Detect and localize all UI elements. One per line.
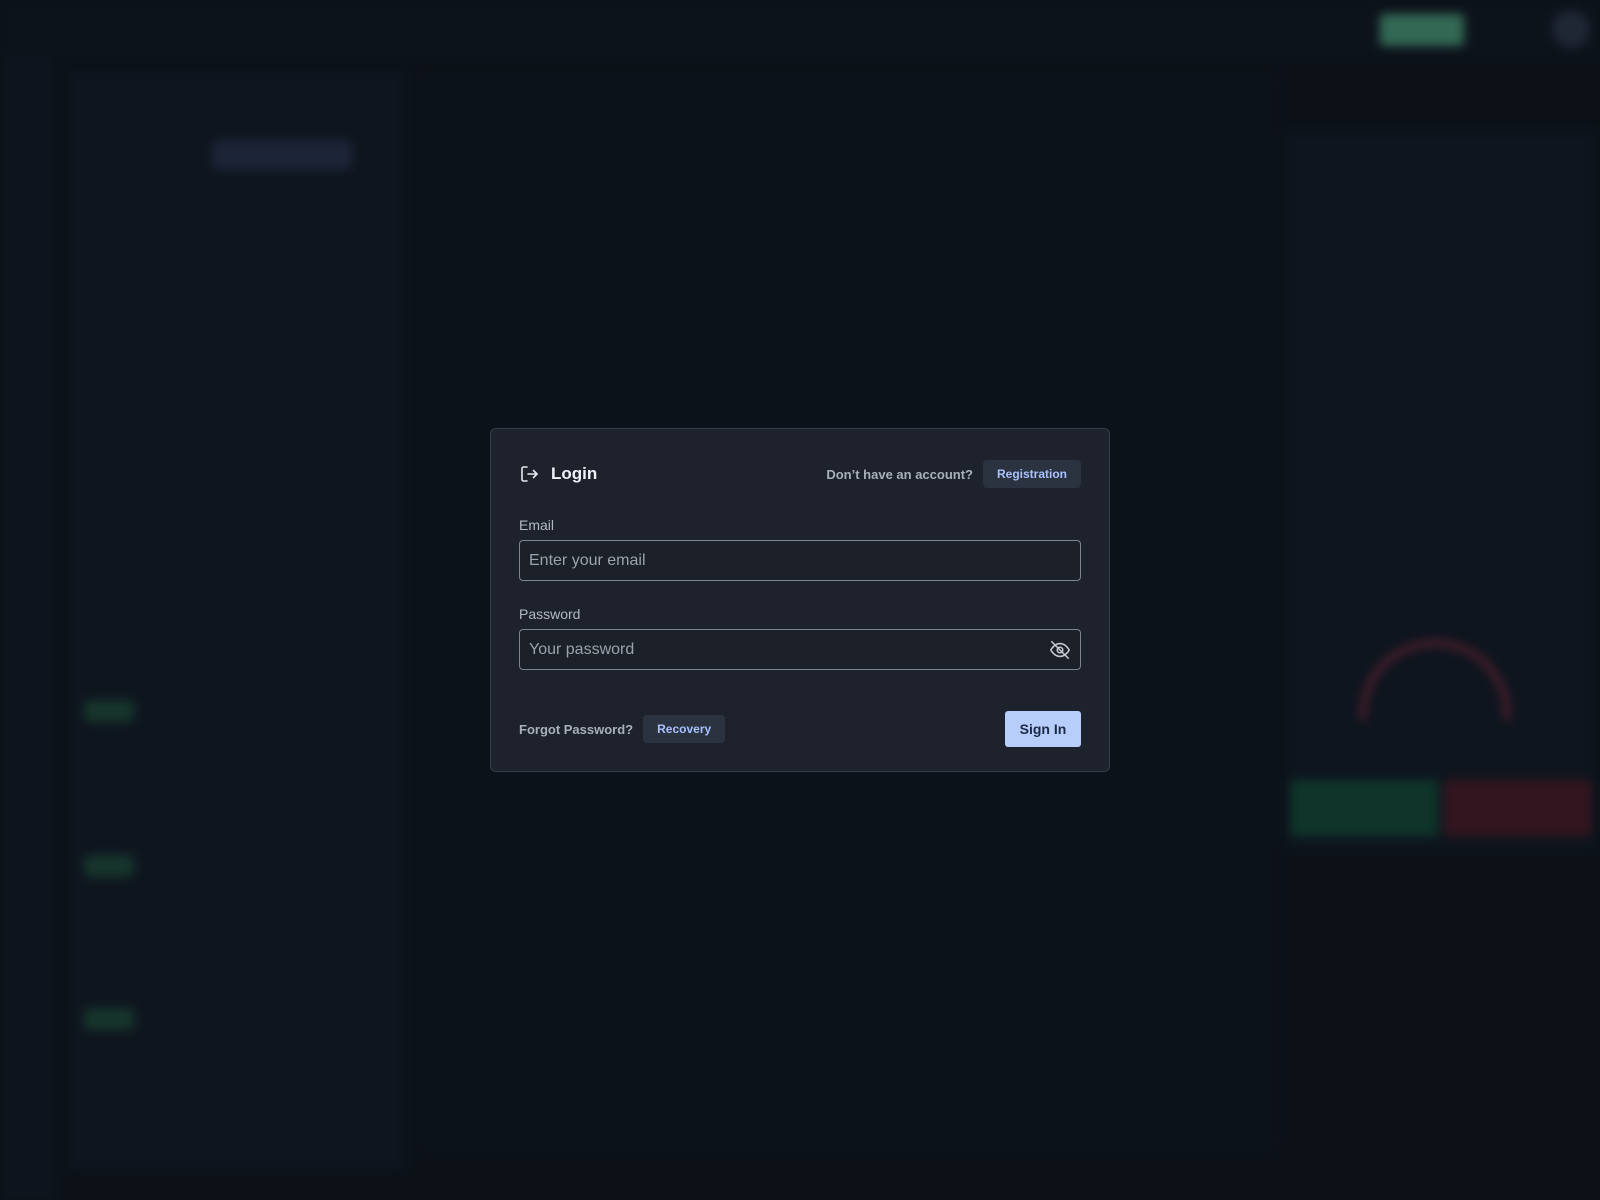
modal-title: Login — [551, 464, 598, 483]
eye-off-icon[interactable] — [1040, 630, 1080, 669]
registration-button[interactable]: Registration — [982, 460, 1081, 488]
login-icon — [519, 463, 541, 485]
modal-header: Login Don’t have an account? Registratio… — [519, 456, 1081, 492]
login-modal: Login Don’t have an account? Registratio… — [490, 428, 1110, 772]
modal-footer: Forgot Password? Recovery Sign In — [519, 711, 1081, 747]
password-field[interactable] — [520, 630, 1040, 669]
no-account-text: Don’t have an account? — [826, 466, 973, 482]
recovery-button[interactable]: Recovery — [643, 715, 726, 743]
forgot-password-text: Forgot Password? — [519, 721, 634, 737]
email-label: Email — [519, 517, 555, 533]
password-field-wrapper — [519, 629, 1081, 670]
registration-prompt: Don’t have an account? Registration — [826, 460, 1081, 488]
password-label: Password — [519, 606, 581, 622]
sign-in-button[interactable]: Sign In — [1005, 711, 1081, 747]
email-field-wrapper — [519, 540, 1081, 581]
email-field[interactable] — [520, 541, 1080, 580]
